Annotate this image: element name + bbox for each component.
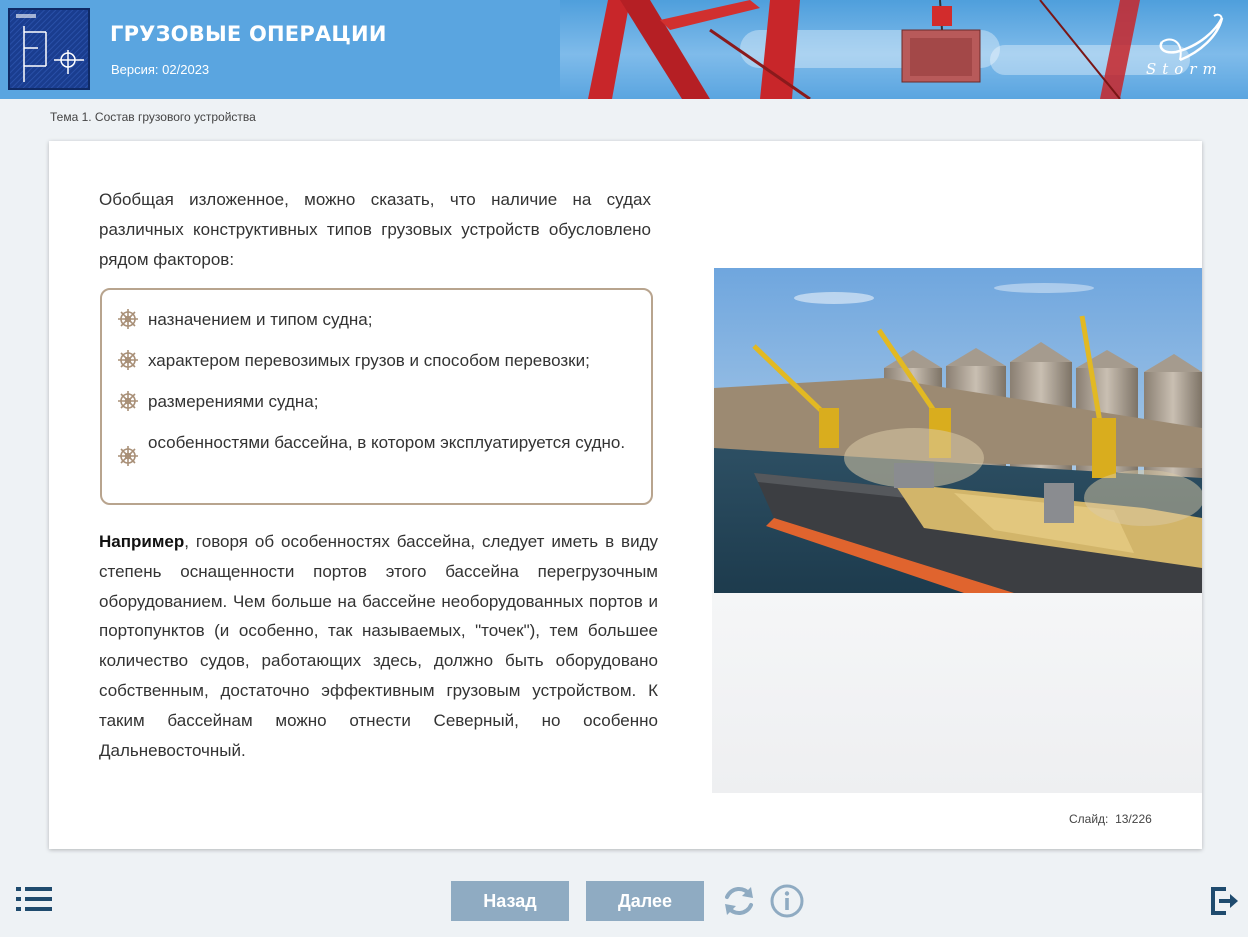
exit-icon[interactable] [1208,886,1240,916]
example-text: , говоря об особенностях бассейна, следу… [99,532,658,760]
info-icon[interactable] [769,883,805,919]
slide-counter: Слайд: 13/226 [1069,812,1152,826]
header-banner: ГРУЗОВЫЕ ОПЕРАЦИИ Версия: 02/2023 Storm [0,0,1248,99]
slide-card: Обобщая изложенное, можно сказать, что н… [49,141,1202,849]
storm-brand-text: Storm [1146,60,1223,78]
intro-paragraph: Обобщая изложенное, можно сказать, что н… [99,190,651,269]
back-button[interactable]: Назад [451,881,569,921]
course-logo [8,8,90,90]
ship-wheel-icon [118,350,138,370]
example-lead: Например [99,532,185,551]
slide-counter-label: Слайд: [1069,812,1109,826]
ship-wheel-icon [118,446,138,466]
course-version: Версия: 02/2023 [111,62,210,77]
factor-text: особенностями бассейна, в котором эксплу… [148,433,626,452]
slide-current: 13 [1115,812,1129,826]
factor-text: назначением и типом судна; [148,310,373,329]
cargo-ship-photo [714,268,1202,593]
example-paragraph: Например, говоря об особенностях бассейн… [99,527,658,765]
ship-wheel-icon [118,309,138,329]
factor-text: размерениями судна; [148,392,319,411]
list-menu-icon[interactable] [14,884,54,914]
reload-icon[interactable] [720,882,758,920]
factor-text: характером перевозимых грузов и способом… [148,351,590,370]
factors-list: назначением и типом судна; характером пе… [100,288,653,505]
image-panel [712,141,1202,793]
slide-total: 226 [1131,812,1152,826]
ship-wheel-icon [118,391,138,411]
breadcrumb: Тема 1. Состав грузового устройства [50,110,256,124]
course-title: ГРУЗОВЫЕ ОПЕРАЦИИ [110,22,387,46]
next-button[interactable]: Далее [586,881,704,921]
